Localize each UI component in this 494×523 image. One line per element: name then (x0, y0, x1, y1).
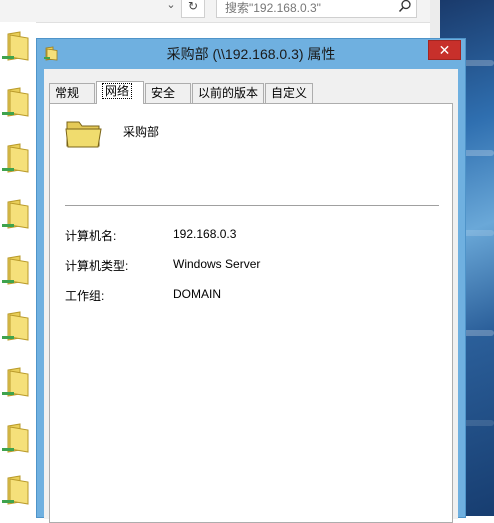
tab-previous-versions[interactable]: 以前的版本 (192, 83, 264, 103)
network-folder-icon[interactable] (2, 422, 32, 456)
divider (65, 205, 439, 206)
chevron-down-icon[interactable]: ⌄ (163, 0, 179, 14)
properties-dialog: 采购部 (\\192.168.0.3) 属性 ✕ 常规 网络 安全 以前的版本 … (36, 38, 466, 523)
folder-icon (65, 121, 102, 148)
tab-customize[interactable]: 自定义 (265, 83, 313, 103)
network-folder-icon[interactable] (2, 474, 32, 508)
close-icon: ✕ (438, 42, 451, 58)
search-icon (398, 0, 411, 13)
workgroup-label: 工作组: (65, 289, 105, 303)
network-tab-panel: 采购部 计算机名: 192.168.0.3 计算机类型: Windows Ser… (49, 103, 453, 523)
tab-network[interactable]: 网络 (96, 81, 144, 104)
computer-name-value: 192.168.0.3 (173, 227, 237, 241)
network-folder-icon[interactable] (2, 198, 32, 232)
computer-type-value: Windows Server (173, 257, 261, 271)
tab-security[interactable]: 安全 (145, 83, 191, 103)
computer-type-label: 计算机类型: (65, 259, 129, 273)
navigation-pane (0, 22, 36, 516)
search-placeholder: 搜索"192.168.0.3" (225, 1, 321, 15)
dialog-titlebar[interactable]: 采购部 (\\192.168.0.3) 属性 ✕ (37, 39, 465, 69)
network-folder-icon[interactable] (2, 142, 32, 176)
folder-name: 采购部 (123, 125, 160, 139)
dialog-client-area: 常规 网络 安全 以前的版本 自定义 采购部 计算机名: 192.168.0.3… (44, 69, 458, 523)
network-folder-icon[interactable] (2, 86, 32, 120)
tab-general[interactable]: 常规 (49, 83, 95, 103)
network-folder-icon[interactable] (2, 30, 32, 64)
search-input[interactable]: 搜索"192.168.0.3" (216, 0, 417, 18)
explorer-toolbar: ⌄ ↻ 搜索"192.168.0.3" (0, 0, 430, 23)
dialog-title: 采购部 (\\192.168.0.3) 属性 (166, 46, 336, 62)
network-folder-icon[interactable] (2, 366, 32, 400)
network-folder-icon[interactable] (2, 254, 32, 288)
refresh-icon: ↻ (187, 0, 199, 13)
workgroup-value: DOMAIN (173, 287, 221, 301)
computer-name-label: 计算机名: (65, 229, 117, 243)
close-button[interactable]: ✕ (428, 40, 461, 60)
refresh-button[interactable]: ↻ (181, 0, 205, 18)
network-folder-icon[interactable] (2, 310, 32, 344)
